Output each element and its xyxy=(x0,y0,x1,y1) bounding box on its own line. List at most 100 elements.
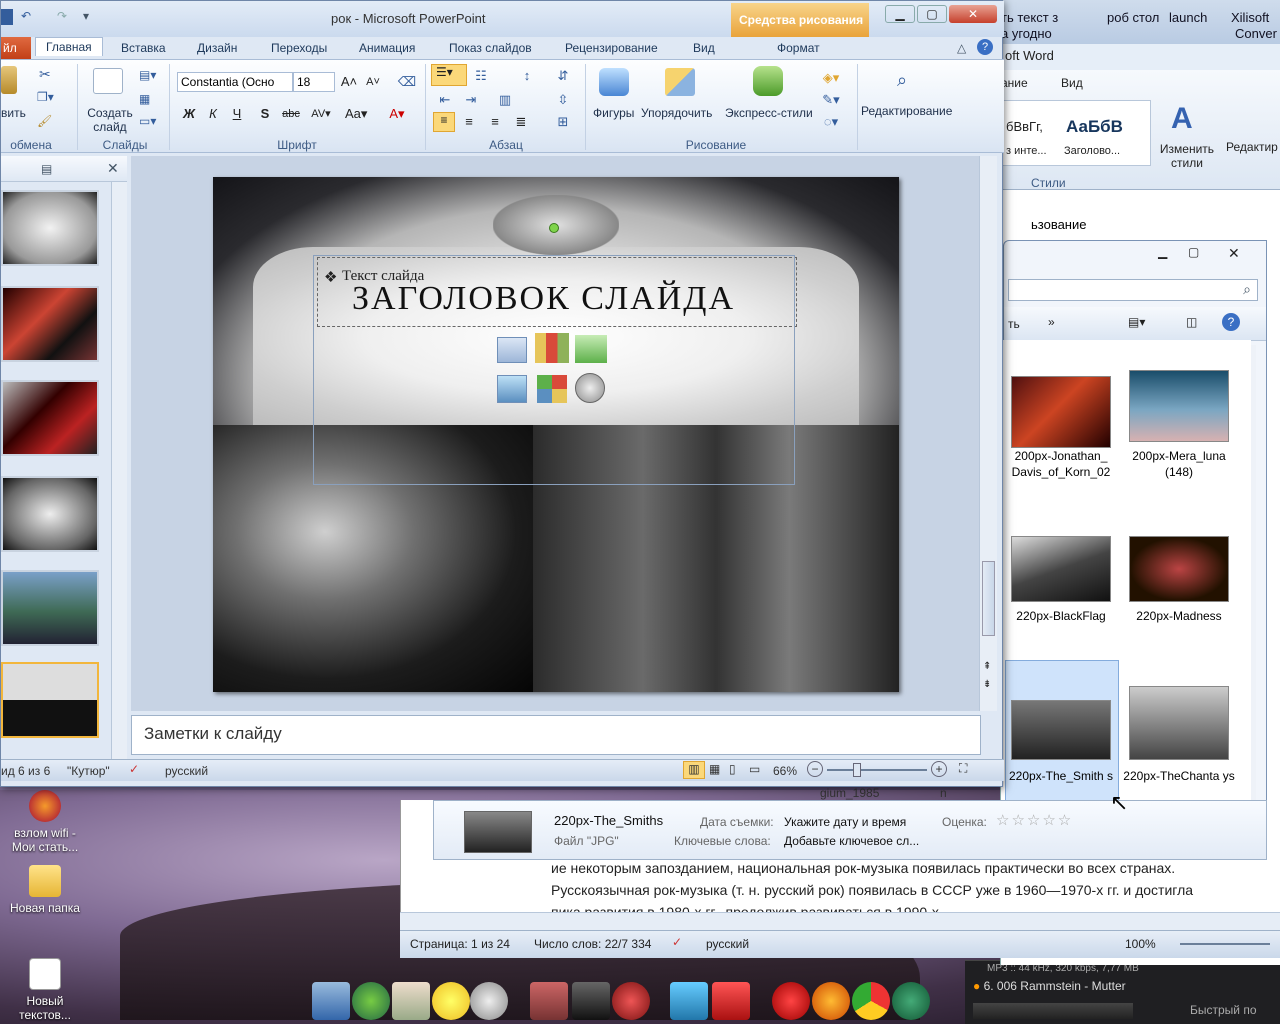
italic-icon[interactable]: К xyxy=(203,104,223,124)
monitor-icon[interactable] xyxy=(572,982,610,1020)
underline-icon[interactable]: Ч xyxy=(227,104,247,124)
app-icon[interactable] xyxy=(530,982,568,1020)
minimize-icon[interactable]: ▁ xyxy=(1158,245,1167,259)
star-icon[interactable] xyxy=(432,982,470,1020)
align-left-button[interactable]: ≡ xyxy=(433,112,455,132)
chevron-right-icon[interactable]: » xyxy=(1048,315,1055,329)
firefox-taskbar-icon[interactable] xyxy=(812,982,850,1020)
notes-area[interactable]: Заметки к слайду xyxy=(131,715,981,755)
file-name[interactable]: 220px-BlackFlag xyxy=(1003,608,1119,624)
chrome-icon[interactable] xyxy=(852,982,890,1020)
computer-icon[interactable] xyxy=(312,982,350,1020)
slideshow-view-icon[interactable]: ▭ xyxy=(749,762,760,776)
decrease-indent-icon[interactable]: ⇤ xyxy=(435,90,455,110)
current-slide[interactable]: ❖ Текст слайда ЗАГОЛОВОК СЛАЙДА xyxy=(213,177,899,692)
numbering-icon[interactable]: ☷ xyxy=(471,66,491,86)
minimize-button[interactable]: ▁ xyxy=(885,5,915,23)
maximize-icon[interactable]: ▢ xyxy=(1188,245,1199,259)
arrange-button[interactable]: Упорядочить xyxy=(641,106,712,120)
help-icon[interactable]: ? xyxy=(977,39,993,55)
cut-icon[interactable]: ✂ xyxy=(39,66,51,83)
file-thumbnail[interactable] xyxy=(1011,536,1111,602)
slide-counter[interactable]: ид 6 из 6 xyxy=(1,764,50,778)
taskbar-label-xilisoft2[interactable]: Conver xyxy=(1235,26,1277,41)
save-icon[interactable] xyxy=(1,9,13,25)
font-color-icon[interactable]: A▾ xyxy=(387,104,407,124)
shape-outline-icon[interactable]: ✎▾ xyxy=(821,90,841,110)
tab-review[interactable]: Рецензирование xyxy=(565,41,658,55)
zoom-slider[interactable] xyxy=(827,769,927,771)
redo-icon[interactable]: ↷ xyxy=(57,9,67,23)
taskbar-label-desktop[interactable]: роб стол xyxy=(1107,10,1159,25)
outline-tab-icon[interactable]: ▤ xyxy=(41,162,52,176)
reading-view-icon[interactable]: ▯ xyxy=(729,762,736,776)
next-slide-icon[interactable]: ⇟ xyxy=(983,679,991,690)
help-icon[interactable]: ? xyxy=(1222,313,1240,331)
align-right-icon[interactable]: ≡ xyxy=(485,112,505,132)
tab-design[interactable]: Дизайн xyxy=(197,41,237,55)
tab-slideshow[interactable]: Показ слайдов xyxy=(449,41,532,55)
zoom-out-icon[interactable]: − xyxy=(807,761,823,777)
desktop-icon-new-text[interactable]: Новый текстов... xyxy=(6,958,84,1022)
taskbar-label-xilisoft[interactable]: Xilisoft xyxy=(1231,10,1269,25)
acrobat-icon[interactable] xyxy=(712,982,750,1020)
file-name[interactable]: 220px-The_Smith s xyxy=(1003,768,1119,784)
slide-thumbnail-5[interactable] xyxy=(1,570,99,646)
slide-thumbnail-1[interactable] xyxy=(1,190,99,266)
slide-sorter-icon[interactable]: ▦ xyxy=(709,762,720,776)
slide-thumbnail-2[interactable] xyxy=(1,286,99,362)
smartart-icon[interactable]: ⊞ xyxy=(553,112,573,132)
change-styles-button[interactable]: Изменить стили xyxy=(1157,142,1217,170)
slide-thumbnail-4[interactable] xyxy=(1,476,99,552)
quick-access-dropdown-icon[interactable]: ▾ xyxy=(83,9,89,23)
disc-icon[interactable] xyxy=(470,982,508,1020)
change-case-icon[interactable]: Aa▾ xyxy=(345,104,367,124)
tab-format[interactable]: Формат xyxy=(777,41,820,55)
zoom-level[interactable]: 66% xyxy=(773,764,797,778)
word-language[interactable]: русский xyxy=(706,937,749,951)
shape-fill-icon[interactable]: ◈▾ xyxy=(821,68,841,88)
tab-home[interactable]: Главная xyxy=(35,37,103,56)
player-controls[interactable] xyxy=(973,1003,1133,1019)
slides-panel-scrollbar[interactable] xyxy=(111,182,127,759)
desktop-icon-wifi[interactable]: взлом wifi - Мои стать... xyxy=(6,790,84,854)
normal-view-button[interactable]: ▥ xyxy=(683,761,705,779)
insert-chart-icon[interactable] xyxy=(535,333,569,363)
file-name[interactable]: 200px-Mera_luna (148) xyxy=(1121,448,1237,480)
paste-button[interactable]: вить xyxy=(1,106,26,120)
shrink-font-icon[interactable]: A˅ xyxy=(363,72,383,92)
spellcheck-icon[interactable]: ✓ xyxy=(129,762,139,776)
spellcheck-icon[interactable]: ✓ xyxy=(672,935,682,949)
line-spacing-icon[interactable]: ↕ xyxy=(517,66,537,86)
font-size-select[interactable]: 18 xyxy=(293,72,335,92)
mic-icon[interactable] xyxy=(612,982,650,1020)
close-button[interactable]: ✕ xyxy=(949,5,997,23)
insert-table-icon[interactable] xyxy=(497,337,527,363)
word-zoom-level[interactable]: 100% xyxy=(1125,937,1156,951)
file-thumbnail[interactable] xyxy=(1129,370,1229,442)
opera-icon[interactable] xyxy=(772,982,810,1020)
explorer-search-input[interactable]: ⌕ xyxy=(1008,279,1258,301)
insert-media-icon[interactable] xyxy=(575,373,605,403)
word-hscroll[interactable] xyxy=(400,912,1280,930)
format-painter-icon[interactable]: 🖌 xyxy=(37,114,52,128)
rotation-handle[interactable] xyxy=(549,223,559,233)
file-name[interactable]: 200px-Jonathan_ Davis_of_Korn_02 xyxy=(1003,448,1119,480)
shape-effects-icon[interactable]: ◌▾ xyxy=(821,112,841,132)
section-icon[interactable]: ▭▾ xyxy=(139,114,156,128)
tab-insert[interactable]: Вставка xyxy=(121,41,166,55)
prev-slide-icon[interactable]: ⇞ xyxy=(983,661,991,672)
taskbar-label-launch[interactable]: launch xyxy=(1169,10,1207,25)
tree-icon[interactable] xyxy=(352,982,390,1020)
zoom-in-icon[interactable]: + xyxy=(931,761,947,777)
insert-clipart-icon[interactable] xyxy=(537,375,567,403)
clear-format-icon[interactable]: ⌫ xyxy=(397,72,417,92)
insert-picture-icon[interactable] xyxy=(497,375,527,403)
file-thumbnail[interactable] xyxy=(1011,700,1111,760)
layout-icon[interactable]: ▤▾ xyxy=(139,68,156,82)
details-date-value[interactable]: Укажите дату и время xyxy=(784,815,906,829)
undo-icon[interactable]: ↶ xyxy=(21,9,31,23)
shadow-icon[interactable]: S xyxy=(255,104,275,124)
word-word-count[interactable]: Число слов: 22/7 334 xyxy=(534,937,651,951)
canvas-vscroll[interactable]: ⇞ ⇟ xyxy=(979,156,997,711)
